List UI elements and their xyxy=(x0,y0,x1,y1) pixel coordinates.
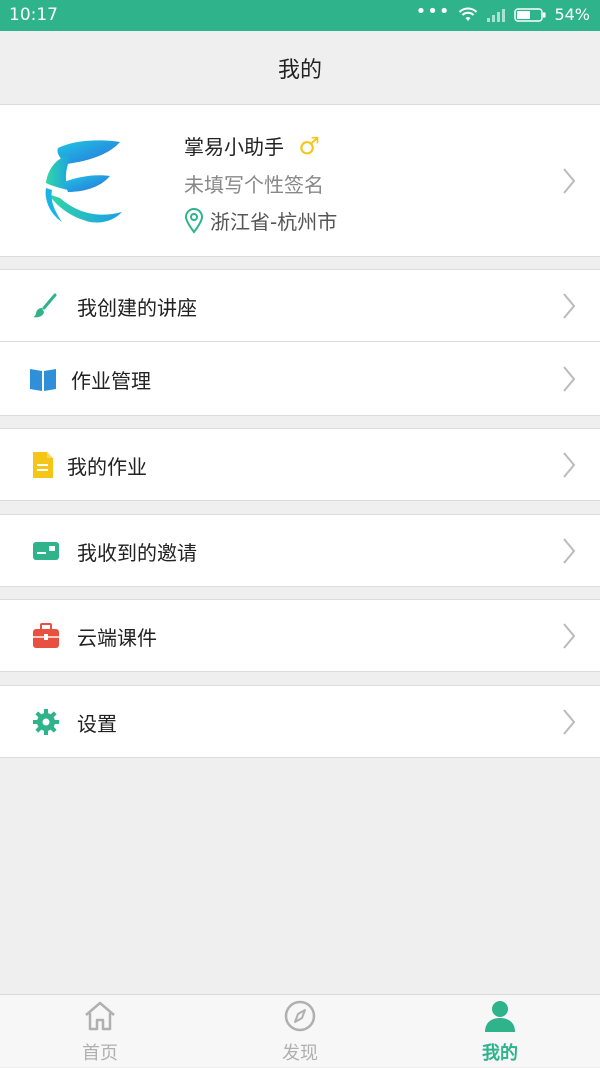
more-dots-icon: ••• xyxy=(415,1,451,22)
menu-label: 作业管理 xyxy=(71,369,151,393)
menu-item-settings[interactable]: 设置 xyxy=(0,685,600,758)
profile-signature: 未填写个性签名 xyxy=(184,173,324,197)
briefcase-icon xyxy=(33,623,59,648)
compass-icon xyxy=(284,1000,316,1032)
menu-item-cloud-courseware[interactable]: 云端课件 xyxy=(0,599,600,672)
gear-icon xyxy=(33,709,59,735)
chevron-right-icon xyxy=(563,538,576,564)
profile-name-row: 掌易小助手 ♂ xyxy=(184,131,320,160)
bottom-tab-bar: 首页 发现 我的 xyxy=(0,994,600,1067)
page-title: 我的 xyxy=(277,57,322,83)
paintbrush-icon xyxy=(33,293,57,318)
header: 我的 xyxy=(0,31,600,104)
location-pin-icon xyxy=(184,207,204,234)
chevron-right-icon xyxy=(563,623,576,649)
menu-label: 我收到的邀请 xyxy=(77,541,197,565)
person-icon xyxy=(485,1001,515,1032)
battery-percent: 54% xyxy=(554,5,590,24)
tab-mine[interactable]: 我的 xyxy=(400,995,600,1068)
menu-item-invitations[interactable]: 我收到的邀请 xyxy=(0,514,600,587)
id-card-icon xyxy=(33,542,59,560)
chevron-right-icon xyxy=(563,366,576,392)
tab-discover[interactable]: 发现 xyxy=(200,995,400,1068)
chevron-right-icon xyxy=(563,293,576,319)
menu-label: 云端课件 xyxy=(77,626,157,650)
menu-item-homework-management[interactable]: 作业管理 xyxy=(0,343,600,415)
menu-label: 我的作业 xyxy=(67,455,147,479)
status-time: 10:17 xyxy=(9,5,58,25)
wifi-icon xyxy=(459,7,478,21)
profile-location: 浙江省-杭州市 xyxy=(210,210,338,234)
profile-card[interactable]: 掌易小助手 ♂ 未填写个性签名 浙江省-杭州市 xyxy=(0,104,600,257)
tab-label: 我的 xyxy=(482,1043,518,1064)
profile-name: 掌易小助手 xyxy=(184,135,284,159)
open-book-icon xyxy=(30,369,56,391)
profile-location-row: 浙江省-杭州市 xyxy=(184,206,337,235)
chevron-right-icon xyxy=(563,709,576,735)
home-icon xyxy=(85,1001,115,1031)
chevron-right-icon xyxy=(563,168,576,194)
menu-item-my-lectures[interactable]: 我创建的讲座 xyxy=(0,270,600,342)
status-bar: 10:17 ••• 54% xyxy=(0,0,600,31)
tab-label: 首页 xyxy=(82,1043,118,1064)
menu-label: 我创建的讲座 xyxy=(77,296,197,320)
battery-icon xyxy=(514,7,546,22)
chevron-right-icon xyxy=(563,452,576,478)
status-icons: ••• 54% xyxy=(416,1,590,24)
document-icon xyxy=(33,452,53,478)
app-logo xyxy=(45,140,122,223)
tab-label: 发现 xyxy=(282,1043,318,1064)
tab-home[interactable]: 首页 xyxy=(0,995,200,1068)
signal-icon xyxy=(487,8,506,22)
menu-label: 设置 xyxy=(77,712,117,736)
menu-item-my-homework[interactable]: 我的作业 xyxy=(0,428,600,501)
male-gender-icon: ♂ xyxy=(298,132,320,160)
menu-group-lectures: 我创建的讲座 作业管理 xyxy=(0,269,600,416)
